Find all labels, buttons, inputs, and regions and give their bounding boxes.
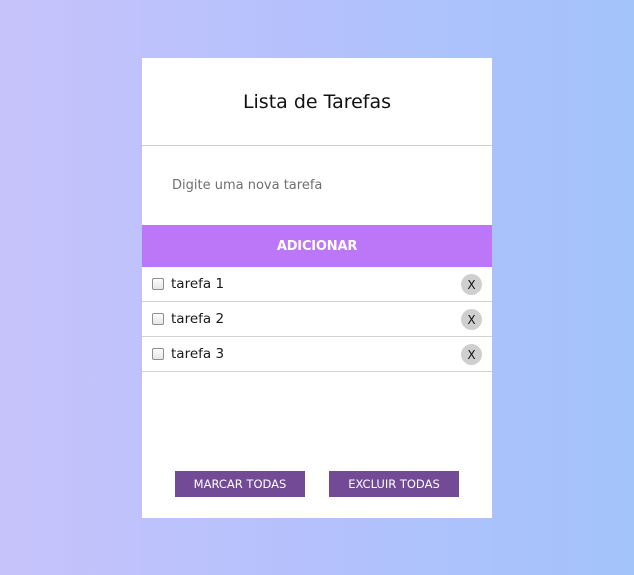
task-checkbox[interactable] <box>152 348 164 360</box>
task-list: tarefa 1 X tarefa 2 X tarefa 3 X <box>142 267 492 372</box>
mark-all-button[interactable]: MARCAR TODAS <box>175 471 305 497</box>
task-item: tarefa 1 X <box>142 267 492 302</box>
task-checkbox[interactable] <box>152 313 164 325</box>
task-label: tarefa 1 <box>171 276 225 292</box>
footer-actions: MARCAR TODAS EXCLUIR TODAS <box>142 471 492 497</box>
new-task-area <box>142 146 492 225</box>
delete-all-button[interactable]: EXCLUIR TODAS <box>329 471 459 497</box>
delete-task-button[interactable]: X <box>461 309 482 330</box>
delete-task-button[interactable]: X <box>461 344 482 365</box>
task-label: tarefa 3 <box>171 346 225 362</box>
todo-card: Lista de Tarefas ADICIONAR tarefa 1 X ta… <box>142 58 492 518</box>
new-task-input[interactable] <box>172 178 462 193</box>
card-header: Lista de Tarefas <box>142 58 492 146</box>
task-item: tarefa 2 X <box>142 302 492 337</box>
delete-task-button[interactable]: X <box>461 274 482 295</box>
page-title: Lista de Tarefas <box>242 90 392 113</box>
task-checkbox[interactable] <box>152 278 164 290</box>
task-item: tarefa 3 X <box>142 337 492 372</box>
add-task-button[interactable]: ADICIONAR <box>142 225 492 267</box>
task-label: tarefa 2 <box>171 311 225 327</box>
